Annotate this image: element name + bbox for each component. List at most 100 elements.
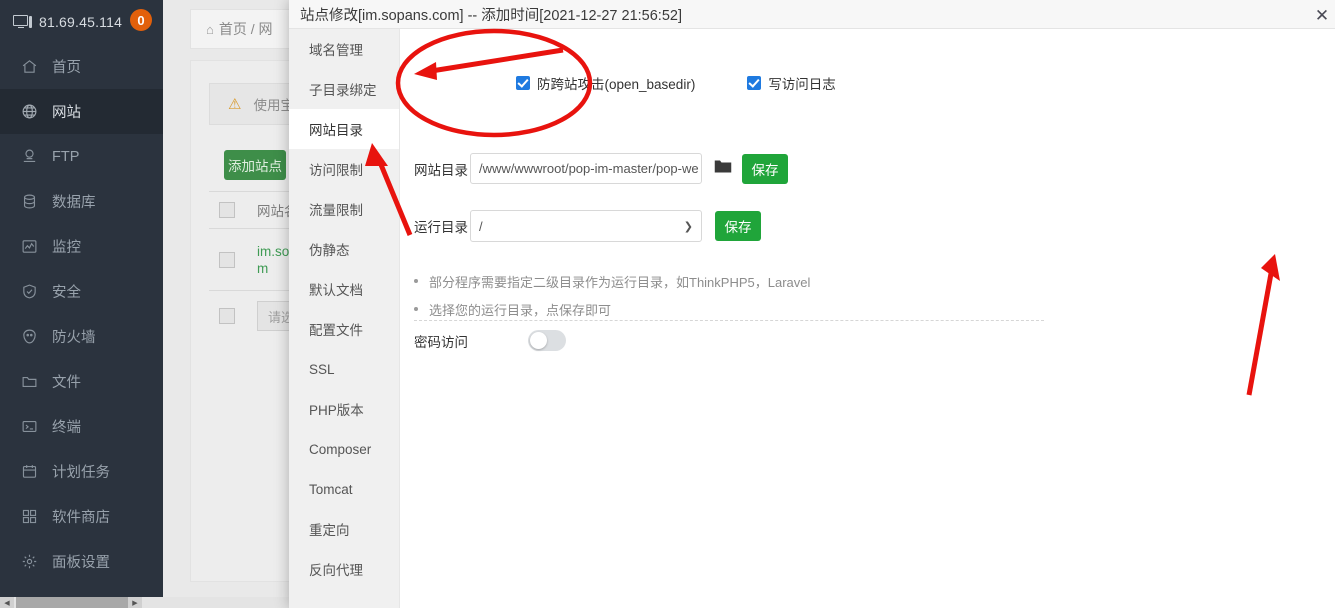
site-directory-row: 网站目录 /www/wwwroot/pop-im-master/pop-we 保… [414,153,788,184]
hint-item: 选择您的运行目录，点保存即可 [414,300,810,319]
tab-label: Composer [309,441,372,457]
sidebar-label: 监控 [52,240,81,256]
sidebar-label: 安全 [52,285,81,301]
open-basedir-checkbox-row[interactable]: 防跨站攻击(open_basedir) [516,73,695,93]
server-ip: 81.69.45.114 [39,14,123,30]
site-directory-pane: 防跨站攻击(open_basedir) 写访问日志 网站目录 /www/wwwr… [400,29,1335,608]
sidebar-label: 网站 [52,105,81,121]
run-directory-value: / [479,218,483,234]
modal-title-bar: 站点修改[im.sopans.com] -- 添加时间[2021-12-27 2… [289,0,1335,29]
sidebar-item-appstore[interactable]: 软件商店 [0,494,163,539]
save-site-directory-button[interactable]: 保存 [742,153,788,184]
hint-text: 选择您的运行目录，点保存即可 [429,303,612,318]
tab-site-directory[interactable]: 网站目录 [289,109,399,149]
database-icon [19,192,39,212]
access-log-label: 写访问日志 [768,77,836,92]
tab-access-restriction[interactable]: 访问限制 [289,149,399,189]
sidebar-label: 软件商店 [52,510,110,526]
sidebar-item-monitor[interactable]: 监控 [0,224,163,269]
run-directory-select[interactable]: / ❯ [470,210,702,242]
tab-label: 访问限制 [309,163,363,178]
notification-badge[interactable]: 0 [130,9,152,31]
terminal-icon [19,417,39,437]
sidebar-label: 数据库 [52,195,96,211]
sidebar: 81.69.45.114 0 首页 网站 FTP 数据库 监控 安全 防火墙 文… [0,0,163,598]
close-icon[interactable]: ✕ [1311,4,1333,26]
tab-php-version[interactable]: PHP版本 [289,389,399,429]
site-directory-input[interactable]: /www/wwwroot/pop-im-master/pop-we [470,153,702,184]
run-directory-row: 运行目录 / ❯ 保存 [414,210,761,242]
tab-config-file[interactable]: 配置文件 [289,309,399,349]
sidebar-item-database[interactable]: 数据库 [0,179,163,224]
tab-label: 重定向 [309,523,350,538]
tab-label: 域名管理 [309,43,363,58]
sidebar-item-files[interactable]: 文件 [0,359,163,404]
tab-traffic-limit[interactable]: 流量限制 [289,189,399,229]
ftp-icon [19,147,39,167]
select-all-checkbox[interactable] [219,202,235,218]
scroll-right-icon[interactable]: ▶ [128,597,142,608]
scrollbar-thumb[interactable] [16,597,128,608]
warning-triangle-icon: ⚠ [228,96,242,113]
tab-default-document[interactable]: 默认文档 [289,269,399,309]
tab-reverse-proxy[interactable]: 反向代理 [289,549,399,589]
options-row: 防跨站攻击(open_basedir) 写访问日志 [516,73,836,93]
run-directory-label: 运行目录 [414,220,468,235]
open-basedir-label: 防跨站攻击(open_basedir) [537,77,696,92]
password-access-label: 密码访问 [414,334,468,350]
tab-label: 伪静态 [309,243,350,258]
site-directory-label: 网站目录 [414,162,468,178]
modal-title: 站点修改[im.sopans.com] -- 添加时间[2021-12-27 2… [300,7,682,24]
folder-browse-icon[interactable] [714,159,732,179]
tab-label: 反向代理 [309,563,363,578]
sidebar-item-cron[interactable]: 计划任务 [0,449,163,494]
grid-apps-icon [19,507,39,527]
home-icon: ⌂ [206,21,214,37]
hint-item: 部分程序需要指定二级目录作为运行目录，如ThinkPHP5，Laravel [414,272,810,291]
sidebar-label: FTP [52,148,80,165]
firewall-icon [19,327,39,347]
sidebar-item-panel-settings[interactable]: 面板设置 [0,539,163,584]
monitor-chart-icon [19,237,39,257]
tab-tomcat[interactable]: Tomcat [289,469,399,509]
checkbox-icon[interactable] [516,76,530,90]
tab-ssl[interactable]: SSL [289,349,399,389]
hint-text: 部分程序需要指定二级目录作为运行目录，如ThinkPHP5，Laravel [429,275,811,290]
batch-checkbox[interactable] [219,308,235,324]
tab-domain-management[interactable]: 域名管理 [289,29,399,69]
checkbox-icon[interactable] [747,76,762,90]
sidebar-item-security[interactable]: 安全 [0,269,163,314]
modal-tab-list: 域名管理 子目录绑定 网站目录 访问限制 流量限制 伪静态 默认文档 配置文件 … [289,29,400,608]
sidebar-item-firewall[interactable]: 防火墙 [0,314,163,359]
tab-redirect[interactable]: 重定向 [289,509,399,549]
sidebar-item-website[interactable]: 网站 [0,89,163,134]
sidebar-item-logout[interactable]: 退出 [0,584,163,598]
password-access-toggle[interactable] [528,330,566,351]
tab-rewrite[interactable]: 伪静态 [289,229,399,269]
sidebar-label: 防火墙 [52,330,96,346]
sidebar-item-home[interactable]: 首页 [0,44,163,89]
sidebar-item-ftp[interactable]: FTP [0,134,163,179]
tab-label: 默认文档 [309,283,363,298]
tab-label: 流量限制 [309,203,363,218]
shield-check-icon [19,282,39,302]
breadcrumb-text: 首页 / 网 [218,21,273,37]
sidebar-item-terminal[interactable]: 终端 [0,404,163,449]
scroll-left-icon[interactable]: ◀ [0,597,14,608]
site-edit-modal: 站点修改[im.sopans.com] -- 添加时间[2021-12-27 2… [289,0,1335,608]
sidebar-header: 81.69.45.114 0 [0,0,163,44]
sidebar-label: 文件 [52,375,81,391]
chevron-down-icon: ❯ [683,220,693,233]
section-divider [414,320,1044,321]
tab-subdirectory-binding[interactable]: 子目录绑定 [289,69,399,109]
sidebar-label: 终端 [52,420,81,436]
server-monitor-icon [13,14,32,30]
add-site-button[interactable]: 添加站点 [224,150,286,180]
folder-icon [19,372,39,392]
globe-icon [19,102,39,122]
tab-composer[interactable]: Composer [289,429,399,469]
row-checkbox[interactable] [219,251,235,268]
password-access-row: 密码访问 [414,330,566,351]
access-log-checkbox-row[interactable]: 写访问日志 [747,73,836,93]
save-run-directory-button[interactable]: 保存 [715,211,761,241]
